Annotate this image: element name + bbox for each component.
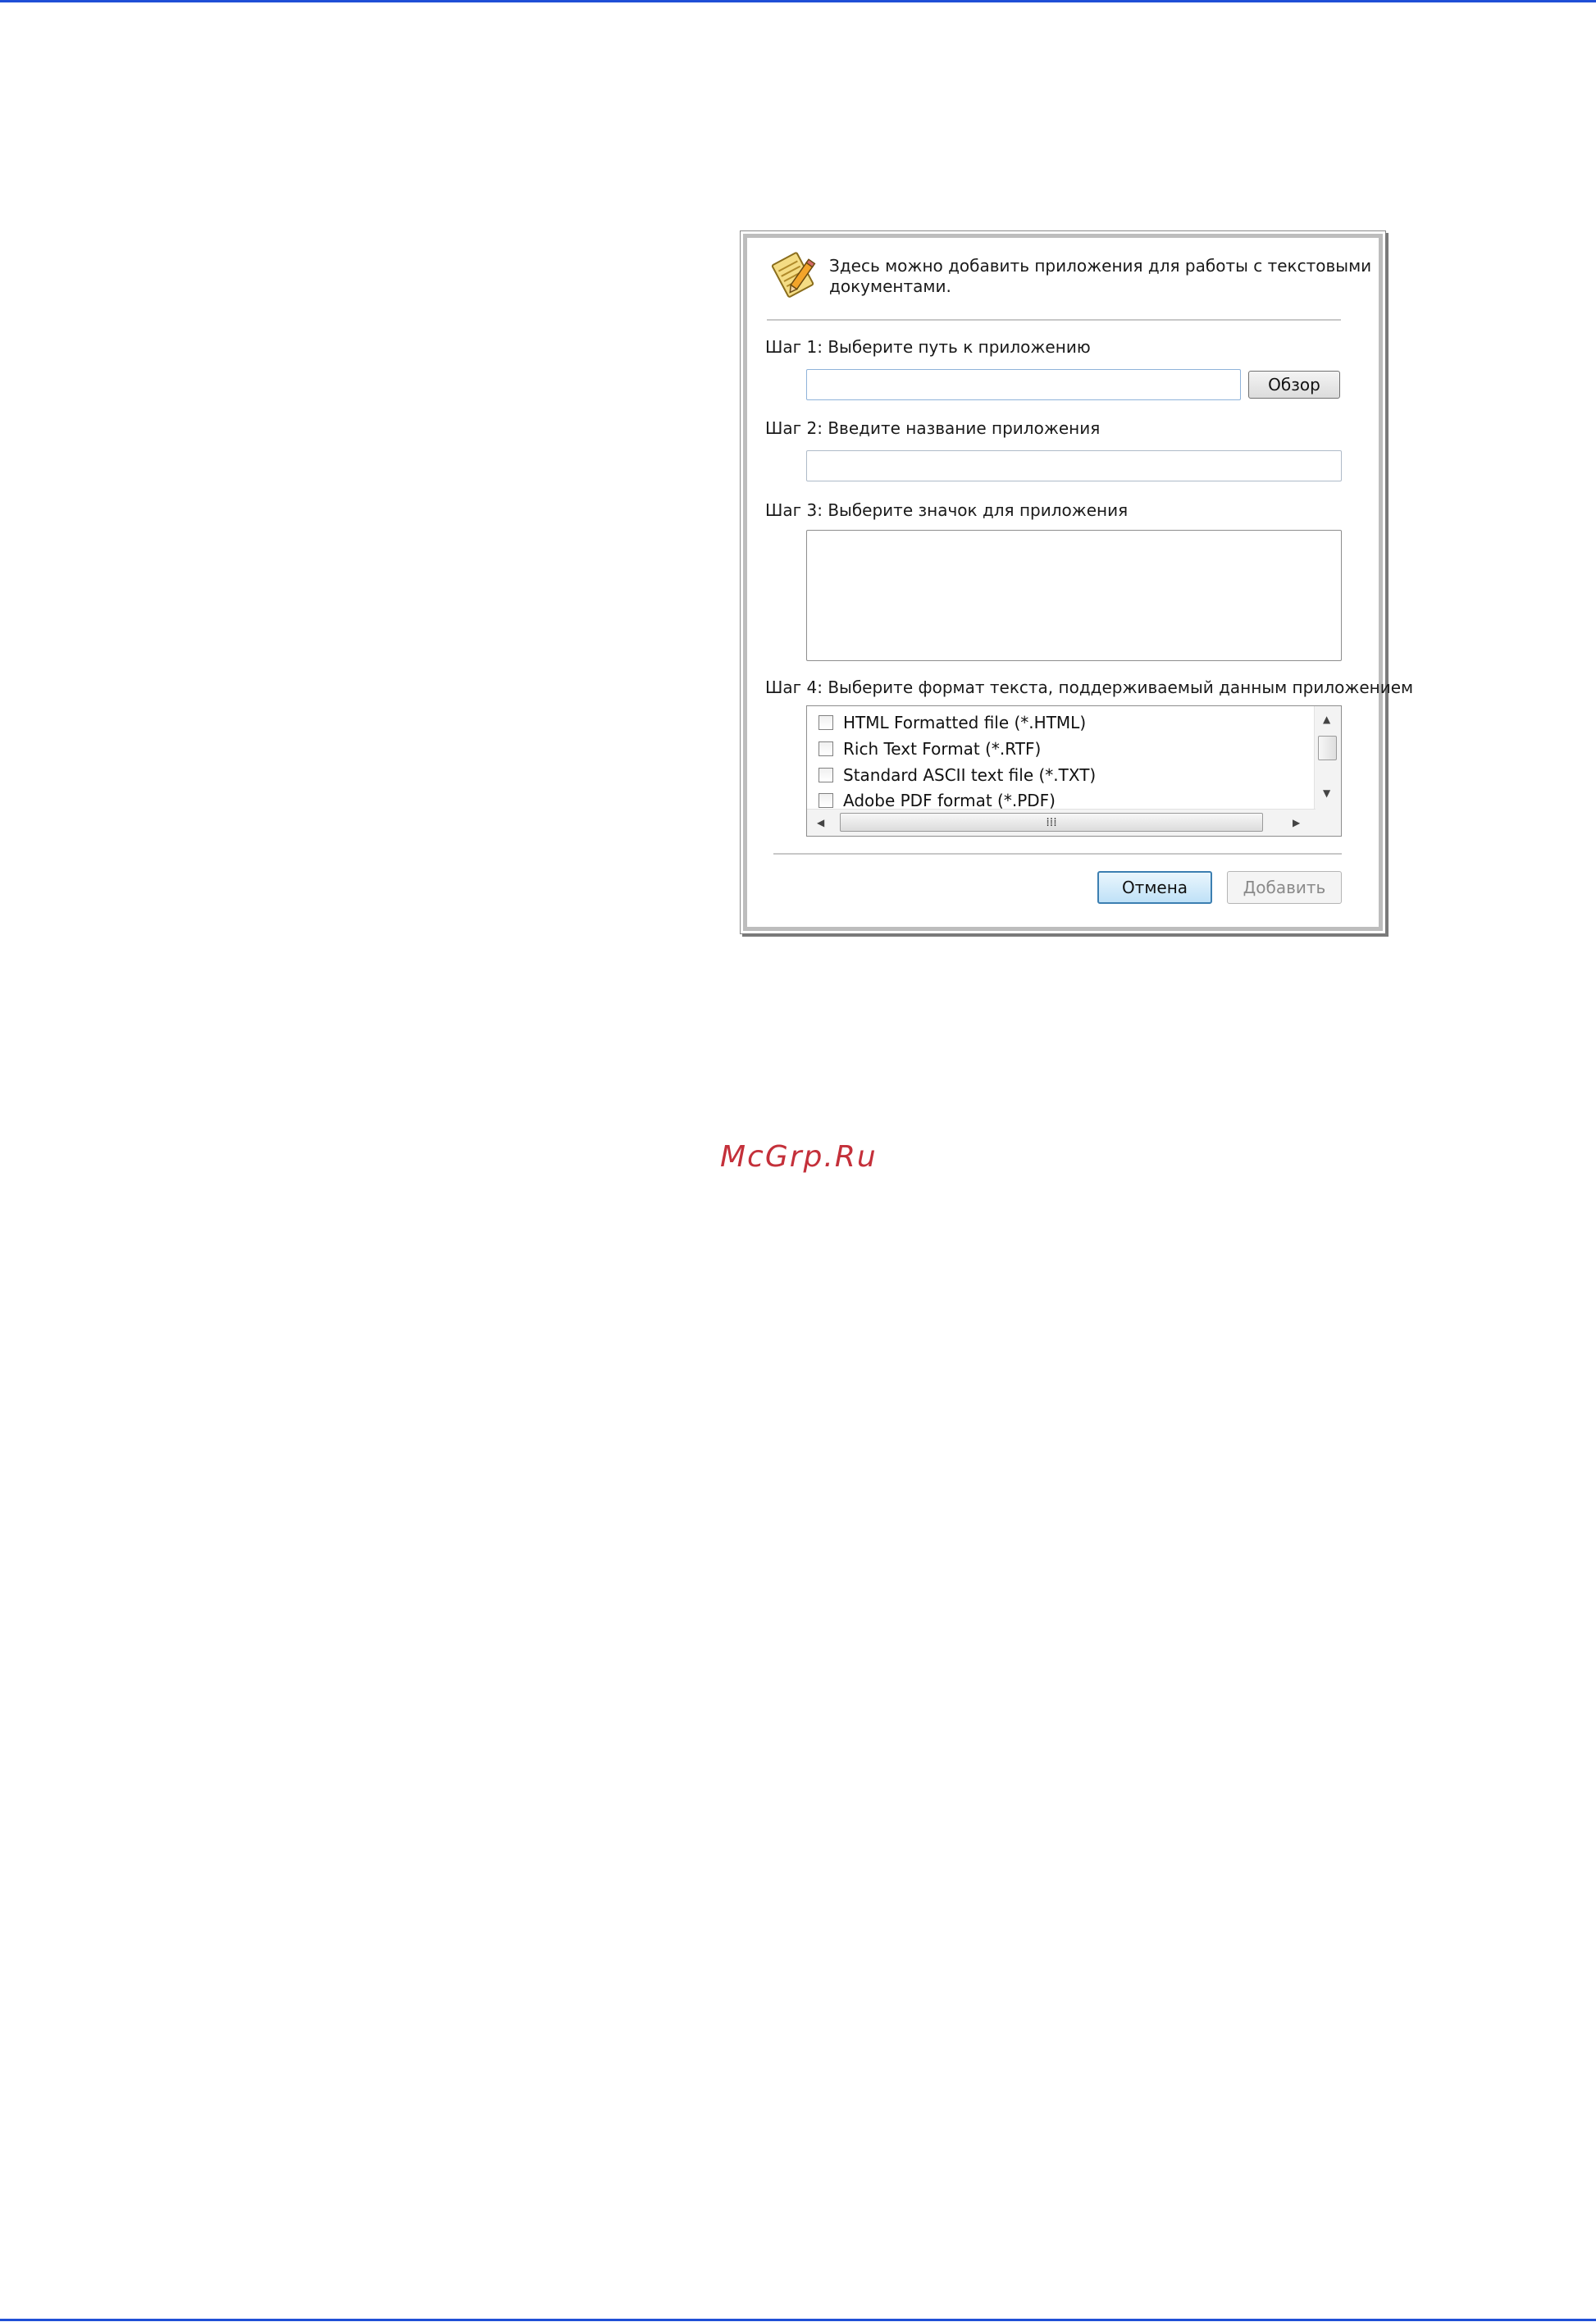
format-item-html[interactable]: HTML Formatted file (*.HTML)	[819, 712, 1086, 733]
application-path-input[interactable]	[806, 369, 1241, 400]
scroll-grip-icon: ⁞⁞⁞	[1046, 815, 1057, 829]
intro-text-line2: документами.	[829, 276, 951, 296]
format-label-rtf: Rich Text Format (*.RTF)	[843, 739, 1042, 759]
step3-label: Шаг 3: Выберите значок для приложения	[765, 500, 1129, 520]
scroll-up-arrow-icon[interactable]: ▲	[1323, 714, 1330, 724]
text-format-list[interactable]: HTML Formatted file (*.HTML) Rich Text F…	[806, 705, 1342, 837]
page-bottom-rule	[0, 2319, 1596, 2321]
horizontal-scrollbar[interactable]: ◀ ⁞⁞⁞ ▶	[807, 809, 1316, 836]
header-separator	[767, 319, 1341, 321]
format-label-html: HTML Formatted file (*.HTML)	[843, 713, 1087, 732]
step4-label: Шаг 4: Выберите формат текста, поддержив…	[765, 677, 1414, 697]
format-item-txt[interactable]: Standard ASCII text file (*.TXT)	[819, 764, 1096, 786]
format-label-txt: Standard ASCII text file (*.TXT)	[843, 765, 1097, 785]
page-top-rule	[0, 0, 1596, 2]
scroll-down-arrow-icon[interactable]: ▼	[1323, 788, 1330, 798]
application-icon-list[interactable]	[806, 530, 1342, 661]
format-checkbox-html[interactable]	[819, 715, 833, 730]
format-checkbox-txt[interactable]	[819, 768, 833, 782]
cancel-button[interactable]: Отмена	[1097, 871, 1212, 904]
scrollbar-corner	[1315, 810, 1341, 836]
format-label-pdf: Adobe PDF format (*.PDF)	[843, 791, 1056, 810]
vertical-scrollbar[interactable]: ▲ ▼	[1314, 706, 1341, 810]
intro-text-line1: Здесь можно добавить приложения для рабо…	[829, 256, 1372, 276]
browse-button[interactable]: Обзор	[1248, 371, 1340, 399]
horizontal-scroll-thumb[interactable]: ⁞⁞⁞	[840, 813, 1263, 832]
format-checkbox-pdf[interactable]	[819, 793, 833, 808]
vertical-scroll-thumb[interactable]	[1318, 736, 1337, 760]
add-button[interactable]: Добавить	[1227, 871, 1342, 904]
footer-separator	[773, 853, 1342, 855]
notepad-pencil-icon	[771, 252, 816, 298]
scroll-right-arrow-icon[interactable]: ▶	[1293, 818, 1300, 828]
step2-label: Шаг 2: Введите название приложения	[765, 418, 1101, 438]
format-checkbox-rtf[interactable]	[819, 741, 833, 756]
application-name-input[interactable]	[806, 450, 1342, 481]
format-item-rtf[interactable]: Rich Text Format (*.RTF)	[819, 738, 1041, 760]
scroll-left-arrow-icon[interactable]: ◀	[817, 818, 824, 828]
watermark-text: McGrp.Ru	[720, 1140, 878, 1174]
step1-label: Шаг 1: Выберите путь к приложению	[765, 337, 1091, 357]
